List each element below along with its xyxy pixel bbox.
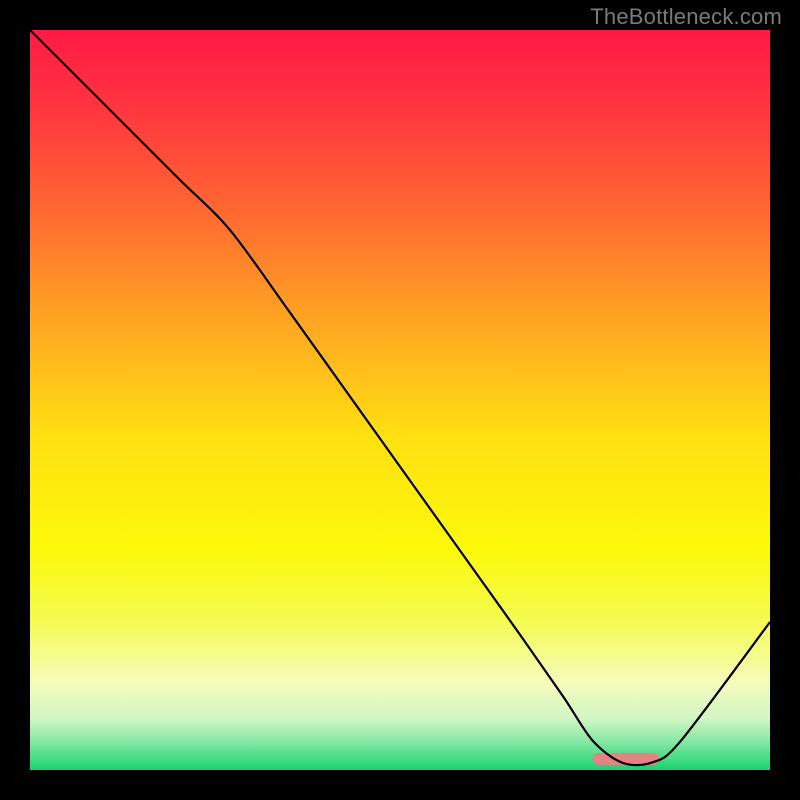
chart-frame: TheBottleneck.com bbox=[0, 0, 800, 800]
plot-area bbox=[30, 30, 770, 770]
watermark-text: TheBottleneck.com bbox=[590, 4, 782, 30]
chart-svg bbox=[30, 30, 770, 770]
